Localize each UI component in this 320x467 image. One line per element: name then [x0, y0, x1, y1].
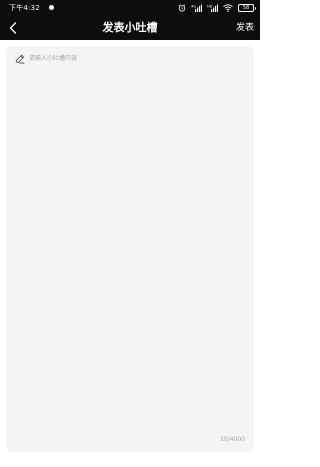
svg-text:4G: 4G	[191, 5, 196, 9]
page-title: 发表小吐槽	[102, 21, 158, 34]
signal-hd-icon: HD	[207, 4, 218, 12]
svg-text:HD: HD	[207, 5, 213, 9]
publish-button[interactable]: 发表	[236, 22, 254, 34]
battery-icon: 58	[238, 4, 256, 12]
status-time: 下午4:32	[9, 4, 40, 12]
notification-dot-icon	[49, 5, 54, 10]
status-icons: 4G HD 58	[178, 3, 256, 13]
wifi-icon	[223, 4, 233, 12]
nav-bar: 发表小吐槽 发表	[0, 16, 260, 40]
pen-icon	[15, 54, 25, 64]
signal-4g-icon: 4G	[191, 4, 202, 12]
alarm-clock-icon	[178, 4, 186, 12]
character-counter: 10/4000	[220, 436, 245, 443]
complaint-content-input[interactable]	[29, 54, 243, 434]
editor-card: 10/4000	[6, 46, 254, 452]
battery-level: 58	[242, 5, 250, 11]
status-bar: 下午4:32 4G HD 58	[0, 0, 260, 16]
